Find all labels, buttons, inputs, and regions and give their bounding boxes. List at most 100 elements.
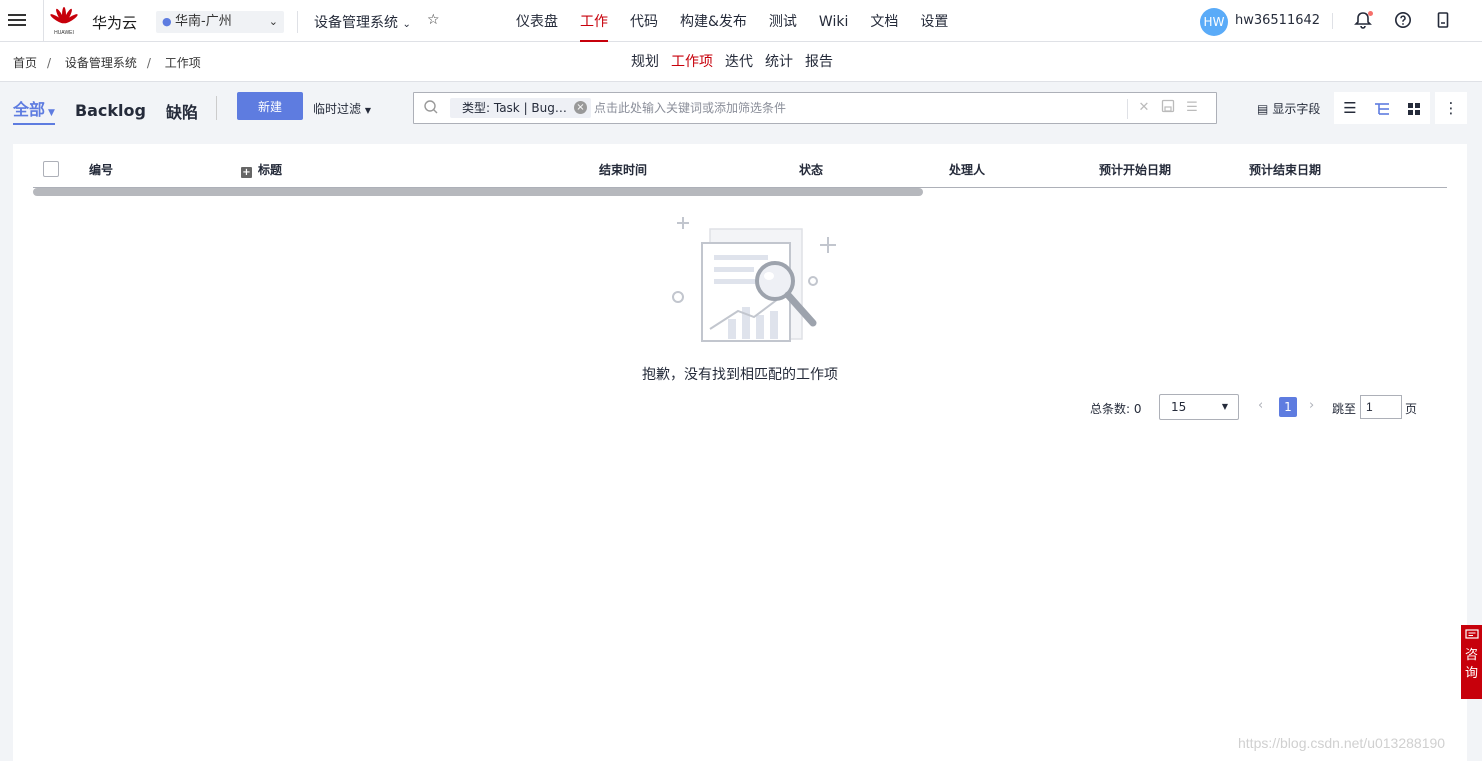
breadcrumb-separator: / (146, 56, 151, 70)
select-all-checkbox[interactable] (43, 161, 59, 177)
divider (1127, 99, 1128, 119)
column-header-status[interactable]: 状态 (799, 161, 823, 178)
subnav-tab-stats[interactable]: 统计 (759, 42, 799, 82)
filter-list-icon[interactable]: ☰ (1183, 99, 1201, 117)
project-name: 设备管理系统 (314, 15, 398, 31)
nav-tab-work[interactable]: 工作 (569, 0, 619, 42)
search-icon (423, 99, 439, 115)
remove-chip-icon[interactable]: × (573, 101, 587, 114)
caret-down-icon: ▼ (364, 106, 371, 115)
region-label: 华南-广州 (175, 14, 232, 29)
nav-tab-wiki[interactable]: Wiki (808, 0, 859, 42)
chevron-down-icon: ⌄ (402, 19, 411, 30)
page-unit-label: 页 (1405, 402, 1418, 416)
top-nav-bar: HUAWEI 华为云 ● 华南-广州 ⌄ 设备管理系统 ⌄ ☆ 仪表盘 工作 代码… (0, 0, 1482, 42)
notification-dot (1368, 11, 1373, 16)
column-header-planned-end[interactable]: 预计结束日期 (1249, 161, 1321, 178)
nav-tab-code[interactable]: 代码 (619, 0, 669, 42)
show-fields-button[interactable]: ▤ 显示字段 (1257, 100, 1320, 117)
more-options-icon[interactable]: ⋮ (1435, 92, 1467, 124)
svg-text:HUAWEI: HUAWEI (54, 30, 74, 36)
avatar[interactable]: HW (1200, 8, 1228, 36)
show-fields-label: 显示字段 (1272, 102, 1321, 116)
prev-page-icon[interactable]: ‹ (1258, 398, 1263, 413)
view-tab-all[interactable]: 全部 ▼ (13, 96, 55, 125)
jump-to-label: 跳至 (1332, 402, 1357, 416)
tree-view-icon[interactable] (1366, 92, 1398, 124)
chevron-down-icon: ⌄ (268, 15, 278, 28)
filter-search-box[interactable]: 类型: Task | Bug… × ✕ ☰ (413, 92, 1217, 124)
column-header-end-time[interactable]: 结束时间 (599, 161, 647, 178)
subnav-tab-workitems[interactable]: 工作项 (665, 42, 719, 82)
nav-tab-test[interactable]: 测试 (758, 0, 808, 42)
favorite-star-icon[interactable]: ☆ (427, 12, 440, 28)
nav-tab-settings[interactable]: 设置 (909, 0, 959, 42)
list-view-icon[interactable]: ☰ (1334, 92, 1366, 124)
help-icon[interactable] (1393, 11, 1413, 31)
empty-state-message: 抱歉，没有找到相匹配的工作项 (642, 367, 838, 383)
column-header-id[interactable]: 编号 (89, 161, 113, 178)
brand-name: 华为云 (92, 14, 138, 32)
username[interactable]: hw36511642 (1235, 13, 1320, 28)
table-header: 编号 + 标题 结束时间 状态 处理人 预计开始日期 预计结束日期 (33, 144, 1447, 188)
card-view-icon[interactable] (1398, 92, 1430, 124)
breadcrumb-separator: / (47, 56, 52, 70)
new-workitem-button[interactable]: 新建 (237, 92, 303, 120)
caret-down-icon: ▼ (48, 108, 55, 118)
empty-search-illustration (672, 217, 836, 342)
workitem-table-panel: 编号 + 标题 结束时间 状态 处理人 预计开始日期 预计结束日期 抱歉，没有找… (13, 144, 1467, 761)
view-tab-backlog[interactable]: Backlog (75, 101, 146, 120)
subnav-tab-plan[interactable]: 规划 (625, 42, 665, 82)
subnav-tab-report[interactable]: 报告 (799, 42, 839, 82)
divider (216, 96, 217, 120)
save-icon[interactable] (1159, 99, 1177, 117)
horizontal-scrollbar[interactable] (33, 188, 923, 196)
nav-tab-docs[interactable]: 文档 (859, 0, 909, 42)
nav-tab-build-release[interactable]: 构建&发布 (669, 0, 758, 42)
region-selector[interactable]: ● 华南-广州 ⌄ (156, 11, 284, 33)
next-page-icon[interactable]: › (1309, 398, 1314, 413)
pagination: 总条数: 0 15 ▼ ‹ 1 › 跳至 页 (13, 394, 1467, 420)
divider (43, 0, 44, 42)
main-nav: 仪表盘 工作 代码 构建&发布 测试 Wiki 文档 设置 (505, 0, 959, 42)
temp-filter-dropdown[interactable]: 临时过滤 ▼ (313, 100, 371, 117)
column-header-title[interactable]: + 标题 (241, 161, 282, 178)
filter-chip-label: 类型: Task | Bug… (462, 101, 567, 115)
work-subnav: 规划 工作项 迭代 统计 报告 (625, 42, 839, 82)
project-selector[interactable]: 设备管理系统 ⌄ (314, 12, 411, 32)
clear-icon[interactable]: ✕ (1135, 99, 1153, 117)
mobile-icon[interactable] (1433, 11, 1453, 31)
hamburger-menu-icon[interactable] (8, 11, 28, 31)
caret-down-icon: ▼ (1221, 402, 1228, 411)
filter-search-input[interactable] (594, 97, 1124, 119)
filter-chip-type[interactable]: 类型: Task | Bug… × (450, 98, 591, 118)
breadcrumb: 首页 / 设备管理系统 / 工作项 (13, 54, 211, 71)
page-size-select[interactable]: 15 ▼ (1159, 394, 1239, 420)
temp-filter-label: 临时过滤 (313, 102, 362, 116)
total-count: 总条数: 0 (1090, 402, 1142, 416)
consult-float-button[interactable]: 咨询 (1461, 625, 1482, 699)
subnav-tab-iteration[interactable]: 迭代 (719, 42, 759, 82)
breadcrumb-current: 工作项 (164, 56, 201, 70)
breadcrumb-project[interactable]: 设备管理系统 (65, 56, 137, 70)
location-pin-icon: ● (162, 15, 172, 28)
breadcrumb-home[interactable]: 首页 (13, 56, 37, 70)
column-header-assignee[interactable]: 处理人 (949, 161, 985, 178)
page-size-value: 15 (1171, 400, 1187, 414)
page-number-current[interactable]: 1 (1279, 397, 1297, 417)
huawei-logo[interactable]: HUAWEI (50, 6, 78, 36)
watermark: https://blog.csdn.net/u013288190 (1238, 735, 1446, 751)
consult-label: 咨询 (1464, 648, 1478, 681)
expand-all-icon[interactable]: + (241, 167, 252, 178)
list-columns-icon: ▤ (1257, 102, 1269, 116)
column-header-title-label: 标题 (258, 163, 283, 177)
view-tabs: 全部 ▼ Backlog 缺陷 (13, 96, 218, 125)
nav-tab-dashboard[interactable]: 仪表盘 (505, 0, 569, 42)
chat-icon (1461, 629, 1482, 647)
column-header-planned-start[interactable]: 预计开始日期 (1099, 161, 1171, 178)
divider (1332, 13, 1333, 29)
jump-to-page-input[interactable] (1360, 395, 1402, 419)
view-tab-defects[interactable]: 缺陷 (166, 99, 198, 123)
divider (297, 11, 298, 33)
sub-nav-bar: 首页 / 设备管理系统 / 工作项 规划 工作项 迭代 统计 报告 (0, 42, 1482, 82)
